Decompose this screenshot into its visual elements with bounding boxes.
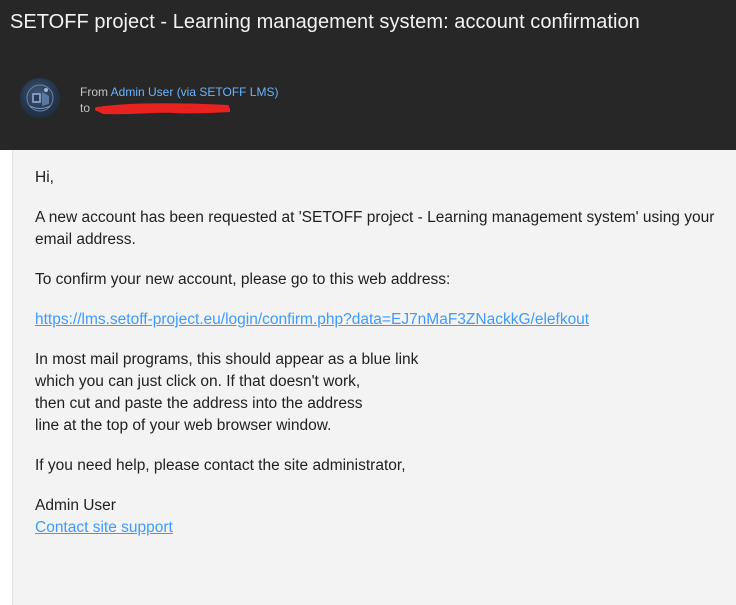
signature-name: Admin User [35, 497, 116, 514]
from-line: From Admin User (via SETOFF LMS) [80, 85, 278, 99]
help-line: In most mail programs, this should appea… [35, 351, 419, 368]
paragraph-confirm-instruction: To confirm your new account, please go t… [35, 271, 451, 288]
email-body-panel: Hi, A new account has been requested at … [12, 150, 736, 605]
email-header: SETOFF project - Learning management sys… [0, 0, 736, 150]
paragraph-contact-admin: If you need help, please contact the sit… [35, 457, 406, 474]
contact-support-link[interactable]: Contact site support [35, 517, 735, 539]
from-label: From [80, 85, 108, 99]
to-label: to [80, 101, 91, 115]
redaction-scribble [95, 103, 230, 115]
paragraph-account-requested: A new account has been requested at 'SET… [35, 209, 715, 248]
help-line: then cut and paste the address into the … [35, 395, 363, 412]
greeting: Hi, [35, 169, 54, 186]
help-line: which you can just click on. If that doe… [35, 373, 361, 390]
confirm-link[interactable]: https://lms.setoff-project.eu/login/conf… [35, 311, 589, 328]
sender-avatar-icon[interactable] [20, 78, 60, 118]
sender-link[interactable]: Admin User (via SETOFF LMS) [111, 85, 279, 99]
email-subject: SETOFF project - Learning management sys… [10, 11, 640, 33]
to-line: to [80, 101, 90, 115]
signature-block: Admin User Contact site support [35, 495, 735, 539]
help-line: line at the top of your web browser wind… [35, 417, 332, 434]
paragraph-blue-link-help: In most mail programs, this should appea… [35, 349, 735, 437]
confirm-link-paragraph: https://lms.setoff-project.eu/login/conf… [35, 309, 735, 331]
email-body: Hi, A new account has been requested at … [35, 167, 735, 557]
